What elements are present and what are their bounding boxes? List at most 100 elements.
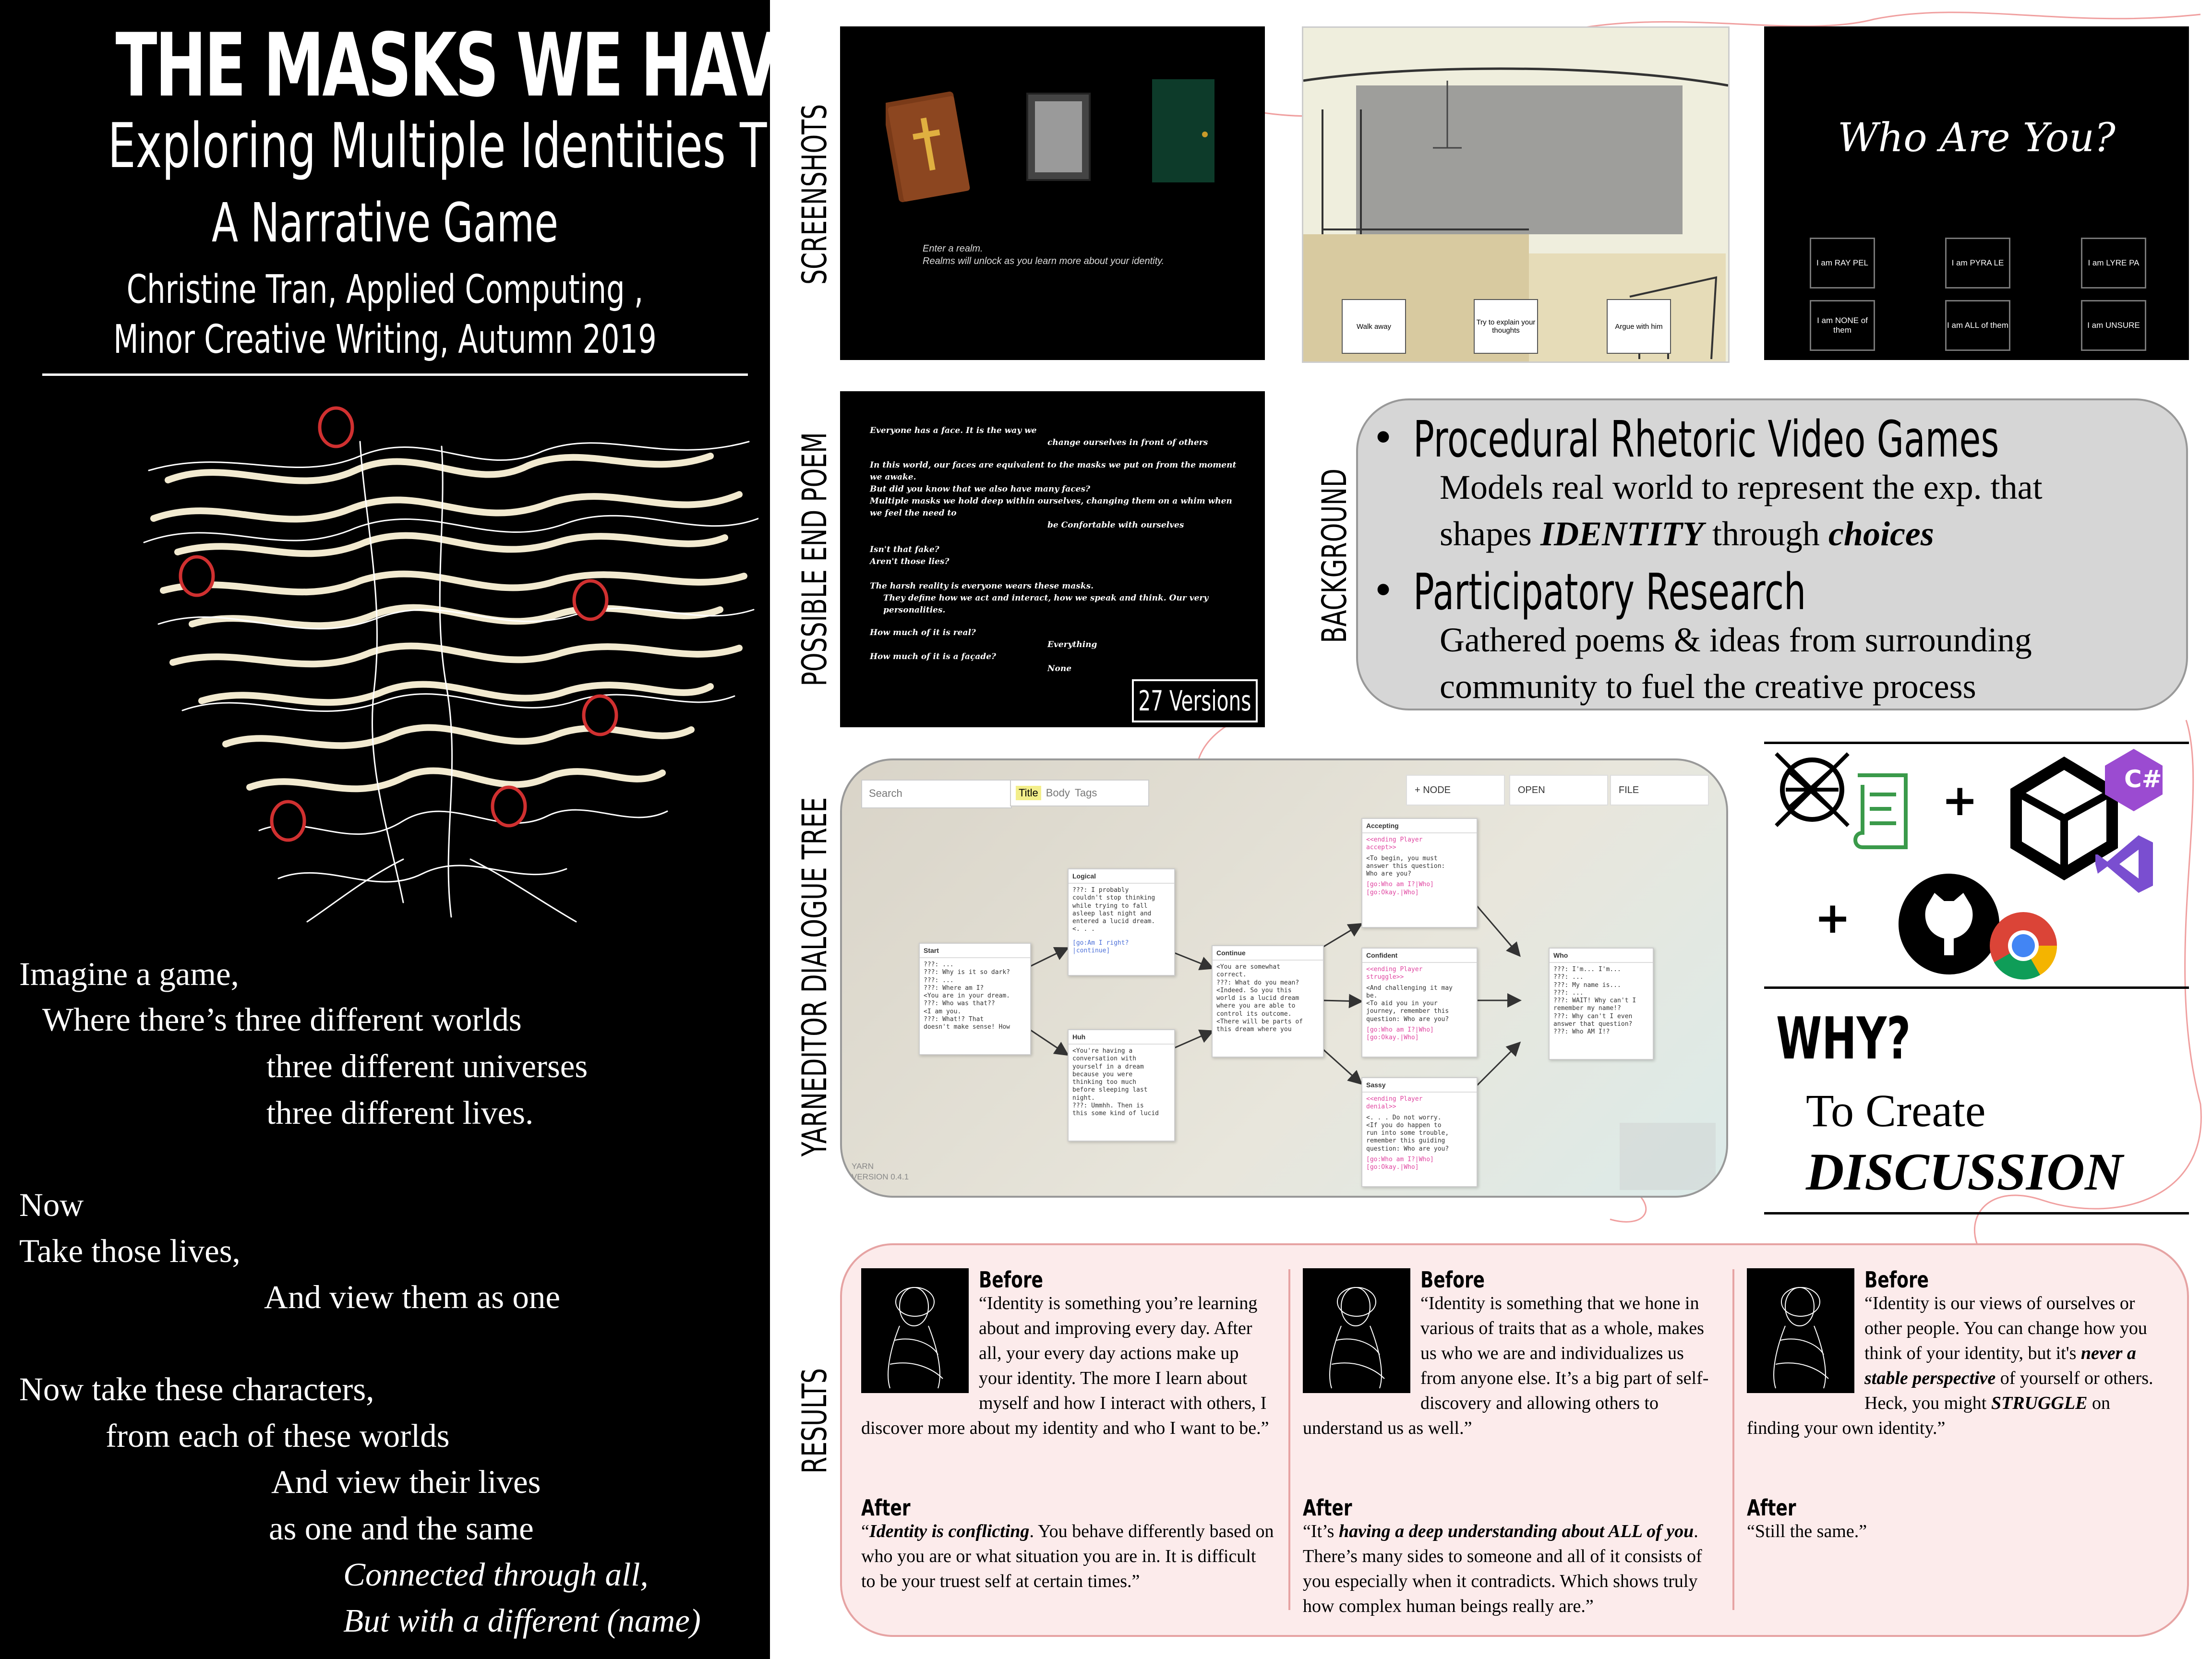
plus-sign: + [1942, 775, 1978, 826]
poem-line: Imagine a game, [19, 956, 239, 992]
identity-choice-button[interactable]: I am ALL of them [1945, 300, 2010, 351]
background-bullet-1-line-1: Models real world to represent the exp. … [1440, 468, 2043, 506]
yarn-version: YARN VERSION 0.4.1 [852, 1161, 909, 1182]
why-line-1: To Create [1806, 1085, 1986, 1136]
end-poem-line: Aren't those lies? [870, 557, 950, 566]
results-divider [1288, 1269, 1290, 1610]
section-label-dialogue-tree: YARNEDITOR DIALOGUE TREE [795, 797, 834, 1157]
results-divider [1732, 1269, 1734, 1610]
left-panel: THE MASKS WE HAVE Exploring Multiple Ide… [0, 0, 924, 1659]
node-link: [go:Who am I?|Who] [go:Okay.|Who] [1366, 1026, 1434, 1041]
poem-line: And view their lives [271, 1464, 541, 1500]
who-are-you-heading: Who Are You? [1838, 115, 2116, 161]
yarn-node-huh[interactable]: Huh <You're having a conversation with y… [1068, 1029, 1175, 1142]
end-poem-line: change ourselves in front of others [1047, 438, 1208, 447]
end-poem-line: But did you know that we also have many … [870, 484, 1091, 494]
before-label: Before [979, 1267, 1043, 1293]
zoom-controls[interactable] [1620, 1123, 1716, 1190]
door-icon [1152, 79, 1214, 182]
yarn-node-confident[interactable]: Confident <<ending Player struggle>> <An… [1361, 948, 1478, 1058]
why-heading: WHY? [1776, 1006, 1911, 1072]
title-divider [42, 373, 748, 376]
poem-line: Where there’s three different worlds [42, 1001, 522, 1038]
float-spacer [861, 1291, 979, 1396]
before-text: “Identity is something that we hone in v… [1303, 1291, 1720, 1441]
screenshot-kitchen-scene: Walk away Try to explain your thoughts A… [1302, 26, 1730, 363]
poem-line: Now [19, 1187, 84, 1223]
yarn-node-logical[interactable]: Logical ???: I probably couldn't stop th… [1068, 868, 1175, 976]
identity-choice-button[interactable]: I am UNSURE [2081, 300, 2146, 351]
before-text: “Identity is something you’re learning a… [861, 1291, 1274, 1441]
poem-line: from each of these worlds [106, 1418, 450, 1454]
end-poem-line: The harsh reality is everyone wears thes… [870, 581, 1094, 591]
background-bullet-2-title: Participatory Research [1413, 563, 1806, 621]
node-title: Logical [1069, 869, 1174, 884]
node-title: Huh [1069, 1030, 1174, 1045]
emphasis: STRUGGLE [1991, 1393, 2088, 1413]
identity-choice-button[interactable]: I am NONE of them [1810, 300, 1875, 351]
node-body: <To begin, you must answer this question… [1366, 854, 1445, 878]
before-label: Before [1420, 1267, 1485, 1293]
end-poem-line: How much of it is a façade? [870, 652, 996, 661]
before-label: Before [1864, 1267, 1929, 1293]
poem-line: as one and the same [269, 1510, 534, 1547]
after-text: “It’s having a deep understanding about … [1303, 1519, 1720, 1619]
node-link: [go:Who am I?|Who] [go:Okay.|Who] [1366, 881, 1434, 896]
tools-top-rule [1764, 742, 2189, 744]
choice-button[interactable]: Argue with him [1607, 299, 1671, 354]
author-line-1: Christine Tran, Applied Computing , [126, 267, 644, 313]
after-label: After [1747, 1495, 1796, 1521]
masks-illustration [143, 406, 758, 923]
text-run: shapes [1440, 515, 1540, 553]
node-tag: <<ending Player denial>> [1366, 1095, 1423, 1111]
emphasis: having a deep understanding about ALL of… [1338, 1521, 1694, 1541]
poem-line: But with a different (name) [343, 1602, 701, 1639]
poem-line: Take those lives, [19, 1233, 240, 1269]
yarn-node-accepting[interactable]: Accepting <<ending Player accept>> <To b… [1361, 818, 1478, 928]
background-bullet-2-line-1: Gathered poems & ideas from surrounding [1440, 621, 2032, 659]
node-body: <And challenging it may be. <To aid you … [1366, 984, 1453, 1023]
identity-choice-button[interactable]: I am PYRA LE [1945, 238, 2010, 289]
poem-line: three different universes [266, 1048, 588, 1084]
section-label-background: BACKGROUND [1315, 469, 1354, 643]
node-body: ???: I'm... I'm... ???: ... ???: My name… [1553, 966, 1636, 1035]
end-poem-line: They define how we act and interact, how… [883, 593, 1209, 615]
subtitle-line-1: Exploring Multiple Identities Through [108, 110, 924, 182]
yarn-version-number: VERSION 0.4.1 [852, 1172, 909, 1181]
node-title: Sassy [1362, 1078, 1477, 1093]
yarn-node-start[interactable]: Start ???: ... ???: Why is it so dark? ?… [919, 943, 1031, 1055]
node-body: <. . . Do not worry. <If you do happen t… [1366, 1114, 1449, 1153]
end-poem-line: None [1047, 664, 1072, 673]
mirror-icon [1026, 93, 1091, 181]
poem-line: And view them as one [264, 1279, 561, 1315]
yarn-node-who[interactable]: Who ???: I'm... I'm... ???: ... ???: My … [1549, 948, 1654, 1060]
end-poem-screenshot: Everyone has a face. It is the way we ch… [840, 391, 1265, 727]
after-text: “Identity is conflicting. You behave dif… [861, 1521, 1274, 1591]
node-tag: <<ending Player struggle>> [1366, 966, 1423, 981]
background-bullet-1-line-2: shapes IDENTITY through choices [1440, 514, 1934, 554]
after-text: “Still the same.” [1747, 1521, 1867, 1541]
background-box: • Procedural Rhetoric Video Games Models… [1356, 398, 2188, 710]
bullet-dot: • [1375, 563, 1392, 616]
poem-line: three different lives. [266, 1094, 534, 1131]
choice-button[interactable]: Walk away [1342, 299, 1406, 354]
end-poem-line: Everything [1047, 640, 1097, 649]
github-icon [1899, 874, 1999, 974]
yarn-node-sassy[interactable]: Sassy <<ending Player denial>> <. . . Do… [1361, 1077, 1478, 1187]
poem-line: Connected through all, [343, 1556, 649, 1593]
book-icon [886, 91, 970, 203]
identity-choice-button[interactable]: I am RAY PEL [1810, 238, 1875, 289]
end-poem-line: Isn't that fake? [870, 545, 939, 554]
choice-button[interactable]: Try to explain your thoughts [1474, 299, 1538, 354]
background-bullet-1-title: Procedural Rhetoric Video Games [1413, 410, 1999, 469]
quote: “It’s [1303, 1521, 1339, 1541]
float-spacer [1303, 1291, 1420, 1396]
why-bottom-rule [1764, 1212, 2189, 1214]
yarn-node-continue[interactable]: Continue <You are somewhat correct. ???:… [1212, 945, 1324, 1058]
end-poem-text: Everyone has a face. It is the way we ch… [870, 425, 1244, 675]
end-poem-line: Everyone has a face. It is the way we [870, 426, 1037, 435]
node-title: Confident [1362, 949, 1477, 963]
section-label-screenshots: SCREENSHOTS [795, 104, 834, 285]
identity-choice-button[interactable]: I am LYRE PA [2081, 238, 2146, 289]
author-line-2: Minor Creative Writing, Autumn 2019 [113, 317, 657, 362]
